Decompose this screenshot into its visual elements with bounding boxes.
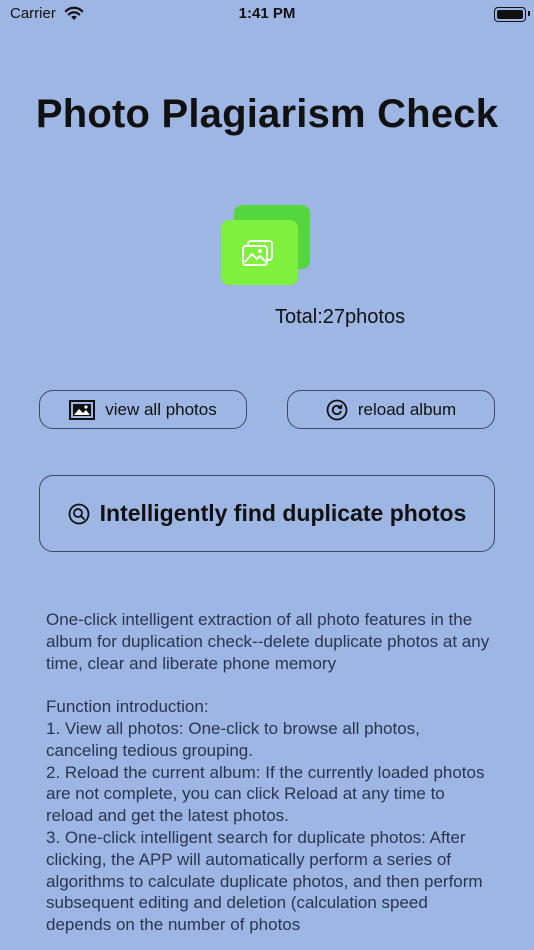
photo-count-label: Total:27photos: [275, 306, 406, 328]
find-duplicates-button[interactable]: Intelligently find duplicate photos: [39, 475, 495, 552]
reload-album-label: reload album: [357, 399, 457, 419]
find-duplicates-label: Intelligently find duplicate photos: [99, 500, 467, 526]
photos-glyph-icon: [242, 240, 273, 266]
status-time: 1:41 PM: [238, 5, 296, 22]
description-item: 2. Reload the current album: If the curr…: [46, 762, 485, 826]
reload-icon: [326, 399, 348, 421]
battery-level: [497, 10, 523, 19]
album-icon: [221, 205, 313, 287]
description: One-click intelligent extraction of all …: [46, 609, 496, 936]
search-icon: [68, 503, 90, 525]
album-front-card: [221, 220, 298, 285]
status-bar: Carrier 1:41 PM: [0, 0, 534, 30]
page-title: Photo Plagiarism Check: [35, 92, 499, 136]
description-heading: Function introduction:: [46, 697, 209, 717]
battery-icon: [494, 7, 526, 22]
view-all-photos-label: view all photos: [105, 399, 217, 419]
description-item: 1. View all photos: One-click to browse …: [46, 718, 420, 760]
view-all-photos-button[interactable]: view all photos: [39, 390, 247, 429]
description-item: 3. One-click intelligent search for dupl…: [46, 827, 483, 935]
battery-cap: [528, 11, 530, 16]
description-intro: One-click intelligent extraction of all …: [46, 610, 490, 673]
reload-album-button[interactable]: reload album: [287, 390, 495, 429]
photo-icon: [69, 399, 96, 420]
